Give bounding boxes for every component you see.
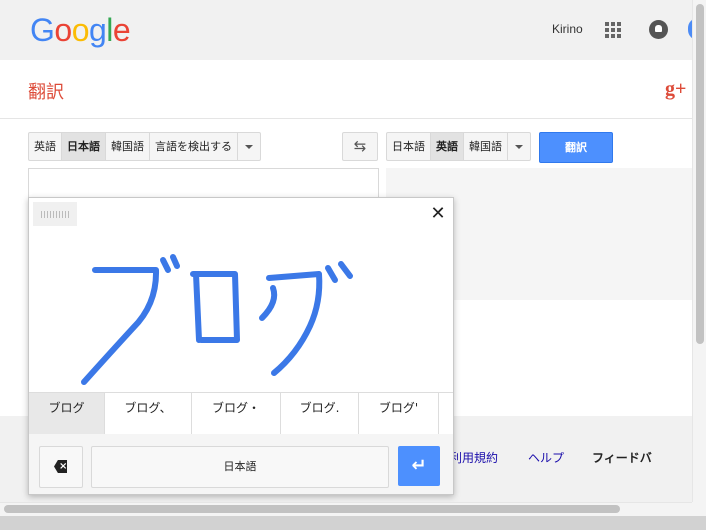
stroke-gu-dakuten-1 <box>325 265 338 283</box>
stroke-bu <box>81 267 160 385</box>
target-lang-korean[interactable]: 韓国語 <box>464 133 508 160</box>
swap-arrows-icon[interactable]: ⇆ <box>342 132 378 161</box>
handwriting-toolbar: × 日本語 ↵ <box>29 434 453 494</box>
handwriting-panel: ✕ ブログ ブログ、 ブログ・ ブログ. ブログ' × 日本語 ↵ <box>28 197 454 495</box>
footer-link-terms[interactable]: 利用規約 <box>450 449 498 466</box>
source-lang-english[interactable]: 英語 <box>29 133 62 160</box>
apps-grid-icon[interactable] <box>605 22 621 38</box>
divider <box>0 118 692 119</box>
google-logo[interactable]: Google <box>30 12 131 49</box>
bell-icon[interactable] <box>649 20 668 39</box>
enter-icon[interactable]: ↵ <box>398 446 440 486</box>
close-icon[interactable]: ✕ <box>427 203 449 225</box>
target-lang-japanese[interactable]: 日本語 <box>387 133 431 160</box>
stroke-bu-dakuten-1 <box>160 257 171 273</box>
stroke-ro <box>190 271 240 343</box>
candidate-item[interactable]: ブログ・ <box>192 393 281 434</box>
candidate-item[interactable]: ブログ <box>29 393 105 434</box>
chevron-down-icon[interactable] <box>508 133 530 160</box>
target-lang-english[interactable]: 英語 <box>431 133 464 160</box>
user-name[interactable]: Kirino <box>552 22 583 36</box>
stroke-bu-dakuten-2 <box>170 254 180 269</box>
handwriting-canvas[interactable] <box>29 230 453 392</box>
chevron-down-icon[interactable] <box>238 133 260 160</box>
google-plus-icon[interactable]: g+ <box>665 78 686 101</box>
target-language-bar: 日本語 英語 韓国語 <box>386 132 531 161</box>
handwriting-language[interactable]: 日本語 <box>91 446 389 488</box>
stroke-gu <box>259 271 323 376</box>
source-language-bar: 英語 日本語 韓国語 言語を検出する <box>28 132 261 161</box>
source-lang-japanese[interactable]: 日本語 <box>62 133 106 160</box>
drag-handle[interactable] <box>33 202 77 226</box>
backspace-icon[interactable]: × <box>39 446 83 488</box>
scroll-corner <box>692 502 706 516</box>
candidate-item[interactable]: ブログ' <box>359 393 439 434</box>
translate-button[interactable]: 翻訳 <box>539 132 613 163</box>
page-title: 翻訳 <box>28 82 64 103</box>
stroke-gu-dakuten-2 <box>338 261 353 279</box>
horizontal-scroll-thumb[interactable] <box>4 505 620 513</box>
candidate-item[interactable]: ブログ、 <box>105 393 192 434</box>
candidate-item[interactable]: ブログ. <box>281 393 359 434</box>
source-lang-detect[interactable]: 言語を検出する <box>150 133 238 160</box>
vertical-scroll-thumb[interactable] <box>696 4 704 344</box>
footer-link-feedback[interactable]: フィードバ <box>592 449 652 466</box>
source-lang-korean[interactable]: 韓国語 <box>106 133 150 160</box>
footer-link-help[interactable]: ヘルプ <box>528 449 564 466</box>
candidate-list: ブログ ブログ、 ブログ・ ブログ. ブログ' <box>29 392 453 435</box>
window-bottom-edge <box>0 516 706 530</box>
